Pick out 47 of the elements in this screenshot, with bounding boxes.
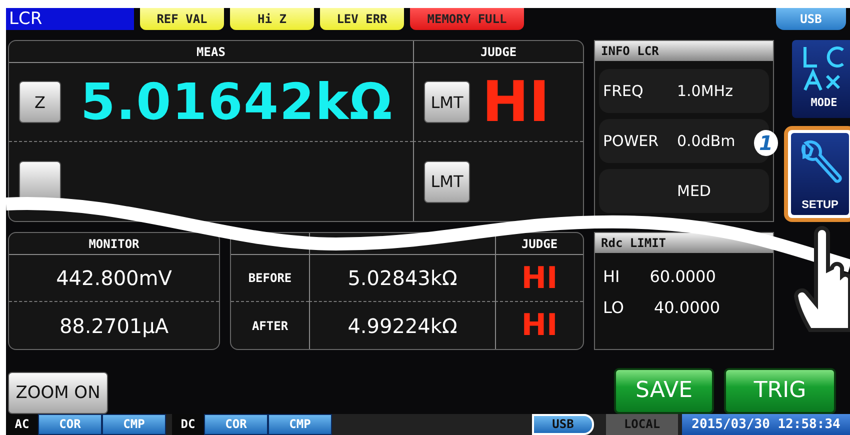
- info-value: 0.0dBm: [677, 132, 736, 150]
- status-tag: Hi Z: [230, 8, 314, 30]
- column-header: MONITOR: [9, 233, 219, 255]
- status-tag: MEMORY FULL: [410, 8, 524, 30]
- limit-button[interactable]: LMT: [424, 160, 470, 202]
- compare-value: 4.99224kΩ: [348, 314, 458, 338]
- column-header: JUDGE: [413, 41, 583, 63]
- status-toggle[interactable]: COR: [204, 414, 268, 435]
- judge-result: HI: [482, 70, 550, 134]
- status-tag: LEV ERR: [320, 8, 404, 30]
- limit-value: 40.0000: [654, 298, 720, 317]
- info-value: 1.0MHz: [677, 82, 733, 100]
- monitor-value: 442.800mV: [56, 266, 172, 290]
- measured-value: 5.01642kΩ: [80, 73, 394, 131]
- usb-indicator: USB: [532, 414, 594, 435]
- panel-title: INFO LCR: [595, 41, 773, 61]
- info-value: MED: [677, 182, 711, 200]
- limit-label: LO: [603, 298, 624, 317]
- status-toggle[interactable]: COR: [38, 414, 102, 435]
- column-header: MEAS: [9, 41, 413, 63]
- usb-indicator: USB: [776, 8, 846, 30]
- mode-button[interactable]: MODE: [792, 40, 850, 118]
- info-label: POWER: [603, 132, 659, 150]
- local-button[interactable]: LOCAL: [606, 414, 678, 435]
- row-label: BEFORE: [248, 271, 292, 285]
- save-button[interactable]: SAVE: [614, 368, 714, 414]
- trig-button[interactable]: TRIG: [724, 368, 836, 414]
- zoom-button[interactable]: ZOOM ON: [8, 372, 108, 414]
- monitor-value: 88.2701μA: [59, 314, 169, 338]
- column-header: JUDGE: [495, 233, 583, 255]
- status-label: AC: [6, 414, 38, 435]
- row-label: AFTER: [252, 318, 288, 332]
- setup-button[interactable]: SETUP: [784, 126, 850, 222]
- limit-button[interactable]: LMT: [424, 81, 470, 123]
- status-label: DC: [172, 414, 204, 435]
- limit-label: HI: [603, 267, 620, 286]
- mode-title: LCR: [6, 8, 134, 30]
- compare-value: 5.02843kΩ: [348, 266, 458, 290]
- parameter-button[interactable]: Z: [19, 81, 61, 123]
- date-time: 2015/03/30 12:58:34: [682, 414, 850, 435]
- status-toggle[interactable]: CMP: [102, 414, 166, 435]
- status-toggle[interactable]: CMP: [268, 414, 332, 435]
- judge-result: HI: [521, 260, 558, 296]
- limit-value: 60.0000: [650, 267, 716, 286]
- judge-result: HI: [521, 308, 558, 343]
- info-label: FREQ: [603, 82, 644, 100]
- status-tag: REF VAL: [140, 8, 224, 30]
